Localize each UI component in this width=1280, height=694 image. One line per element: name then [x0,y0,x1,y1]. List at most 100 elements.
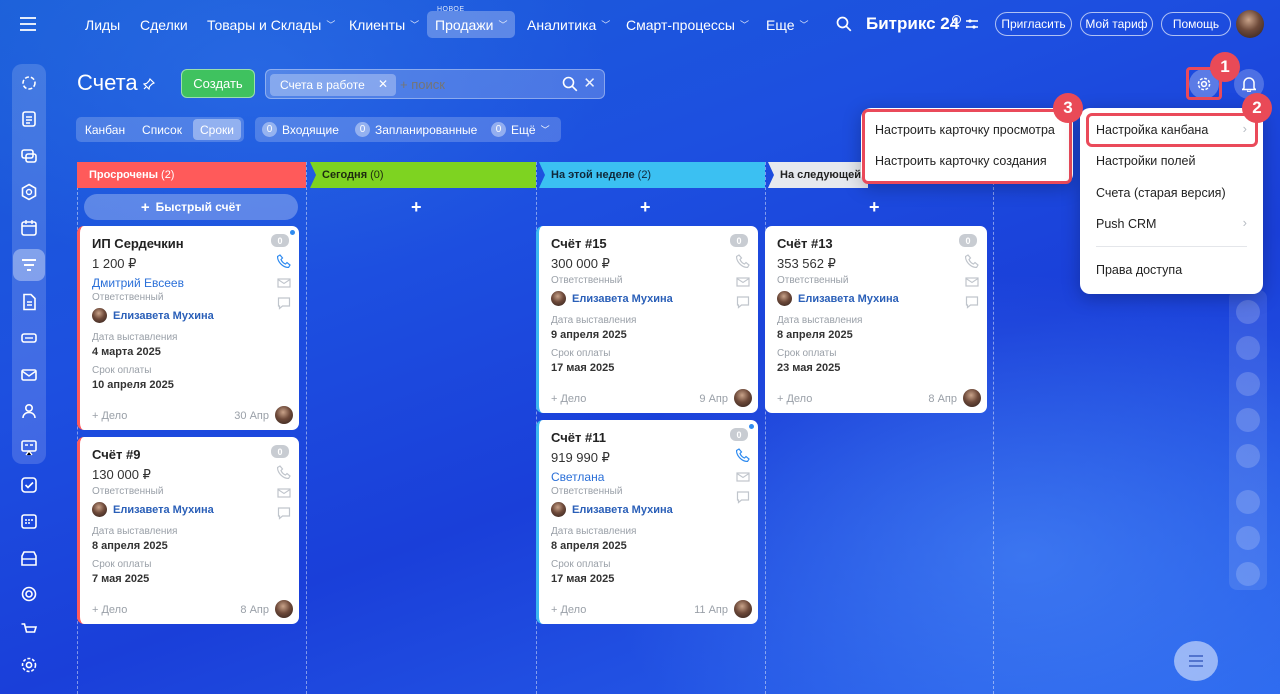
menu-item-field-settings[interactable]: Настройки полей [1096,154,1195,168]
clear-icon[interactable]: ✕ [583,74,596,92]
my-tariff-button[interactable]: Мой тариф [1080,12,1153,36]
search-input[interactable] [400,77,550,92]
add-item-plus-icon[interactable]: + [640,197,651,218]
add-task-link[interactable]: + Дело [92,604,127,616]
due-date-label: Срок оплаты [92,559,152,570]
sliders-icon[interactable] [966,17,978,35]
chat-icon[interactable] [13,140,45,172]
add-task-link[interactable]: + Дело [551,393,586,405]
nav-clients[interactable]: Клиенты ﹀ [341,11,427,38]
chat-icon[interactable] [277,296,291,310]
nav-leads[interactable]: Лиды [77,11,128,38]
invoice-card[interactable]: Счёт #15 0 300 000 ₽ Ответственный Елиза… [536,226,758,413]
quick-menu-button[interactable] [1174,641,1218,681]
responsible-user[interactable]: Елизавета Мухина [92,502,214,517]
phone-icon[interactable] [965,254,979,268]
card-client[interactable]: Дмитрий Евсеев [92,276,184,290]
add-task-link[interactable]: + Дело [92,410,127,422]
add-task-link[interactable]: + Дело [551,604,586,616]
file-icon[interactable] [13,286,45,318]
phone-icon[interactable] [736,254,750,268]
invite-button[interactable]: Пригласить [995,12,1072,36]
nav-deals[interactable]: Сделки [132,11,196,38]
board-icon[interactable] [13,432,45,464]
menu-burger-icon[interactable] [14,10,42,38]
create-button[interactable]: Создать [181,69,255,98]
counter-planned[interactable]: 0 Запланированные [355,121,477,138]
card-client[interactable]: Светлана [551,470,604,484]
chat-icon[interactable] [736,490,750,504]
mail-icon[interactable] [736,470,750,484]
filter-chip[interactable]: Счета в работе ✕ [270,74,396,96]
flow-icon[interactable] [13,67,45,99]
mail-icon[interactable] [736,275,750,289]
view-kanban[interactable]: Канбан [79,119,131,140]
search-icon[interactable] [562,76,578,97]
quick-invoice-button[interactable]: + Быстрый счёт [84,194,298,220]
stage-today[interactable]: Сегодня (0) [310,162,536,188]
invoice-card[interactable]: Счёт #11 0 919 990 ₽ Светлана Ответствен… [536,420,758,624]
add-item-plus-icon[interactable]: + [869,197,880,218]
nav-goods[interactable]: Товары и Склады ﹀ [199,11,343,38]
mail-icon[interactable] [277,276,291,290]
nav-sales[interactable]: Продажи ﹀ [427,11,516,38]
help-button[interactable]: Помощь [1161,12,1231,36]
search-icon[interactable] [836,16,852,37]
nav-smart-processes[interactable]: Смарт-процессы ﹀ [618,11,757,38]
mail-icon[interactable] [965,275,979,289]
settings-icon[interactable] [13,649,45,681]
stage-next-week[interactable]: На следующей [768,162,868,188]
calendar-icon[interactable] [13,212,45,244]
counter-more[interactable]: 0 Ещё ﹀ [491,121,550,138]
chat-icon[interactable] [736,295,750,309]
view-deadlines[interactable]: Сроки [193,119,241,140]
due-date-value: 17 мая 2025 [551,573,615,585]
responsible-user[interactable]: Елизавета Мухина [777,291,899,306]
view-list[interactable]: Список [134,119,190,140]
nav-more[interactable]: Еще ﹀ [758,11,817,38]
chat-icon[interactable] [965,295,979,309]
crm-filter-icon[interactable] [13,249,45,281]
responsible-user[interactable]: Елизавета Мухина [92,308,214,323]
pin-icon[interactable] [142,77,156,93]
planner-icon[interactable] [13,505,45,537]
filter-search-box[interactable]: Счета в работе ✕ ✕ [265,69,605,99]
tasks-icon[interactable] [13,469,45,501]
contacts-icon[interactable] [13,395,45,427]
add-item-plus-icon[interactable]: + [411,197,422,218]
mail-icon[interactable] [277,486,291,500]
brand-logo[interactable]: Битрикс 24 [866,14,959,34]
nav-analytics[interactable]: Аналитика ﹀ [519,11,618,38]
store-icon[interactable] [13,542,45,574]
menu-item-old-invoices[interactable]: Счета (старая версия) [1096,186,1226,200]
phone-icon[interactable] [277,254,291,268]
chat-icon[interactable] [277,506,291,520]
hexagon-icon[interactable] [13,176,45,208]
document-list-icon[interactable] [13,103,45,135]
mail-icon[interactable] [13,359,45,391]
stage-this-week[interactable]: На этой неделе (2) [539,162,765,188]
target-icon[interactable] [13,578,45,610]
menu-item-push-crm[interactable]: Push CRM [1096,217,1156,231]
user-avatar[interactable] [1236,10,1264,38]
phone-icon[interactable] [277,465,291,479]
responsible-user[interactable]: Елизавета Мухина [551,291,673,306]
responsible-user[interactable]: Елизавета Мухина [551,502,673,517]
card-title[interactable]: Счёт #11 [551,430,606,445]
invoice-card[interactable]: ИП Сердечкин 0 1 200 ₽ Дмитрий Евсеев От… [77,226,299,430]
chip-close-icon[interactable]: ✕ [378,77,388,91]
invoice-card[interactable]: Счёт #9 0 130 000 ₽ Ответственный Елизав… [77,437,299,624]
avatar [551,291,566,306]
phone-icon[interactable] [736,448,750,462]
menu-item-access-rights[interactable]: Права доступа [1096,263,1182,277]
card-title[interactable]: Счёт #9 [92,447,140,462]
card-title[interactable]: Счёт #15 [551,236,607,251]
card-title[interactable]: Счёт #13 [777,236,833,251]
invoice-card[interactable]: Счёт #13 0 353 562 ₽ Ответственный Елиза… [765,226,987,413]
stage-overdue[interactable]: Просрочены (2) [77,162,306,188]
drive-icon[interactable] [13,322,45,354]
cart-icon[interactable] [13,614,45,646]
add-task-link[interactable]: + Дело [777,393,812,405]
card-title[interactable]: ИП Сердечкин [92,236,184,251]
counter-incoming[interactable]: 0 Входящие [262,121,339,138]
